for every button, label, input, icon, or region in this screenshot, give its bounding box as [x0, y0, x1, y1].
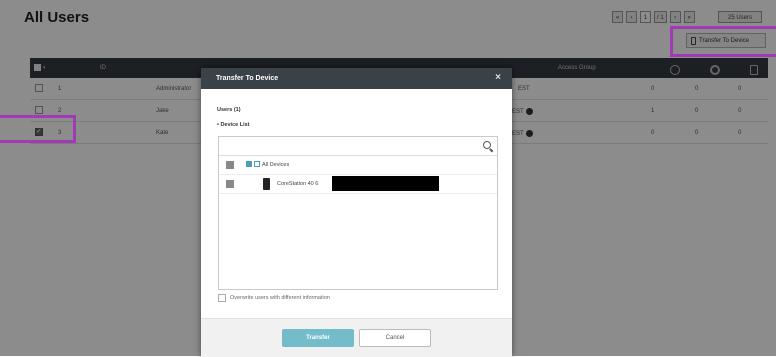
device-list-label: • Device List	[217, 122, 250, 128]
overwrite-label: Overwrite users with different informati…	[230, 295, 330, 301]
cancel-button[interactable]: Cancel	[359, 329, 431, 347]
dialog-title: Transfer To Device	[216, 75, 279, 82]
dialog-header: Transfer To Device ×	[201, 68, 512, 89]
overwrite-option[interactable]: Overwrite users with different informati…	[218, 294, 330, 302]
device-search-bar	[219, 137, 497, 156]
collapse-icon[interactable]	[246, 161, 252, 167]
device-tree: All Devices CoreStation 40 6	[218, 136, 498, 290]
tree-item-all-devices[interactable]: All Devices	[219, 156, 497, 175]
transfer-dialog: Transfer To Device × Users (1) • Device …	[201, 68, 512, 357]
device-name: CoreStation 40 6	[277, 181, 319, 187]
transfer-button[interactable]: Transfer	[282, 329, 354, 347]
search-icon[interactable]	[483, 141, 491, 149]
highlight-selected-row	[0, 115, 76, 143]
all-devices-label: All Devices	[262, 162, 290, 168]
tree-item-device[interactable]: CoreStation 40 6	[219, 175, 497, 194]
all-devices-checkbox[interactable]	[226, 161, 234, 169]
highlight-transfer-button	[670, 26, 776, 57]
redaction-bar	[332, 176, 439, 191]
device-icon	[263, 178, 270, 190]
device-checkbox[interactable]	[226, 180, 234, 188]
folder-icon	[254, 161, 260, 167]
overwrite-checkbox[interactable]	[218, 294, 226, 302]
close-icon[interactable]: ×	[495, 72, 501, 83]
users-count-label: Users (1)	[217, 107, 241, 113]
dialog-footer: Transfer Cancel	[201, 318, 512, 357]
